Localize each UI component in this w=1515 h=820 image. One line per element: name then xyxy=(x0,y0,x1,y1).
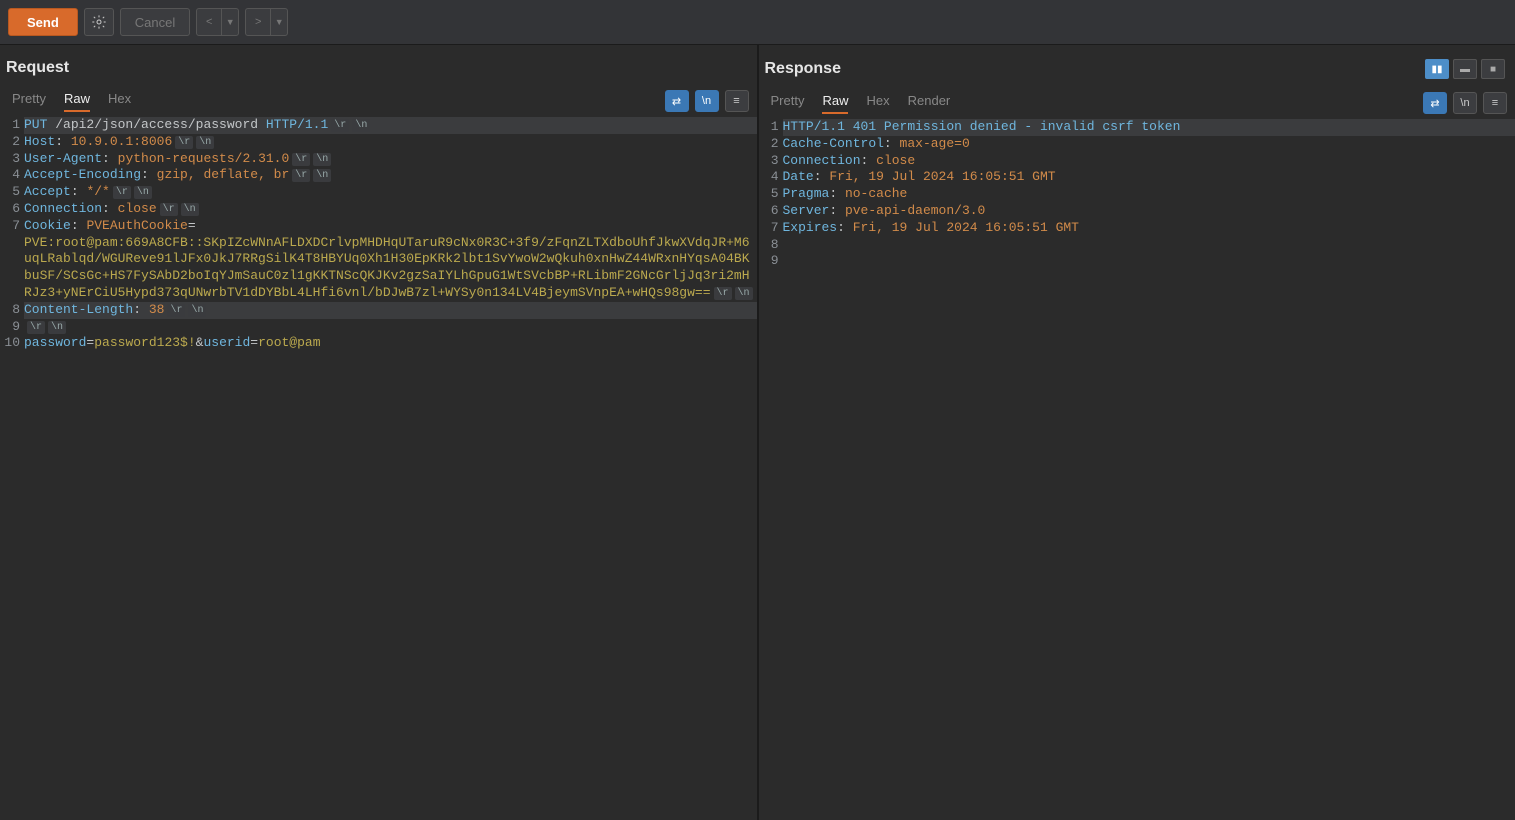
toolbar: Send Cancel < ▼ > ▼ xyxy=(0,0,1515,45)
layout-single-icon[interactable]: ■ xyxy=(1481,59,1505,79)
resp-newline-icon[interactable]: \n xyxy=(1453,92,1477,114)
tab-raw[interactable]: Raw xyxy=(64,91,90,112)
newline-icon[interactable]: \n xyxy=(695,90,719,112)
response-code[interactable]: HTTP/1.1 401 Permission denied - invalid… xyxy=(781,119,1515,820)
request-title: Request xyxy=(6,59,69,77)
next-dropdown[interactable]: ▼ xyxy=(270,8,288,36)
response-editor[interactable]: 123456789 HTTP/1.1 401 Permission denied… xyxy=(759,117,1515,820)
resp-tab-raw[interactable]: Raw xyxy=(822,93,848,114)
response-gutter: 123456789 xyxy=(759,119,781,820)
response-tabs: Pretty Raw Hex Render xyxy=(767,93,951,114)
request-code[interactable]: PUT /api2/json/access/password HTTP/1.1\… xyxy=(22,117,757,820)
resp-tab-render[interactable]: Render xyxy=(908,93,951,114)
request-tools: ⇄ \n ≡ xyxy=(665,90,749,112)
panes: Request Pretty Raw Hex ⇄ \n ≡ 1234567891… xyxy=(0,45,1515,820)
resp-wrap-icon[interactable]: ⇄ xyxy=(1423,92,1447,114)
response-pane: Response ▮▮ ▬ ■ Pretty Raw Hex Render ⇄ … xyxy=(759,45,1515,820)
prev-button[interactable]: < xyxy=(196,8,222,36)
response-tools: ⇄ \n ≡ xyxy=(1423,92,1507,114)
request-tabs: Pretty Raw Hex xyxy=(8,91,131,112)
resp-tab-pretty[interactable]: Pretty xyxy=(771,93,805,114)
request-editor[interactable]: 12345678910 PUT /api2/json/access/passwo… xyxy=(0,115,757,820)
next-button[interactable]: > xyxy=(245,8,271,36)
request-tabs-row: Pretty Raw Hex ⇄ \n ≡ xyxy=(0,87,757,115)
send-button[interactable]: Send xyxy=(8,8,78,36)
resp-tab-hex[interactable]: Hex xyxy=(866,93,889,114)
response-title: Response xyxy=(765,60,841,78)
request-gutter: 12345678910 xyxy=(0,117,22,820)
settings-button[interactable] xyxy=(84,8,114,36)
menu-icon[interactable]: ≡ xyxy=(725,90,749,112)
tab-hex[interactable]: Hex xyxy=(108,91,131,112)
cancel-button[interactable]: Cancel xyxy=(120,8,190,36)
request-header: Request xyxy=(0,45,757,87)
layout-toggles: ▮▮ ▬ ■ xyxy=(1425,59,1509,79)
layout-columns-icon[interactable]: ▮▮ xyxy=(1425,59,1449,79)
request-pane: Request Pretty Raw Hex ⇄ \n ≡ 1234567891… xyxy=(0,45,759,820)
layout-rows-icon[interactable]: ▬ xyxy=(1453,59,1477,79)
gear-icon xyxy=(91,14,107,30)
prev-button-group: < ▼ xyxy=(196,8,239,36)
tab-pretty[interactable]: Pretty xyxy=(12,91,46,112)
response-tabs-row: Pretty Raw Hex Render ⇄ \n ≡ xyxy=(759,89,1515,117)
next-button-group: > ▼ xyxy=(245,8,288,36)
resp-menu-icon[interactable]: ≡ xyxy=(1483,92,1507,114)
response-header: Response ▮▮ ▬ ■ xyxy=(759,45,1515,89)
prev-dropdown[interactable]: ▼ xyxy=(221,8,239,36)
wrap-icon[interactable]: ⇄ xyxy=(665,90,689,112)
